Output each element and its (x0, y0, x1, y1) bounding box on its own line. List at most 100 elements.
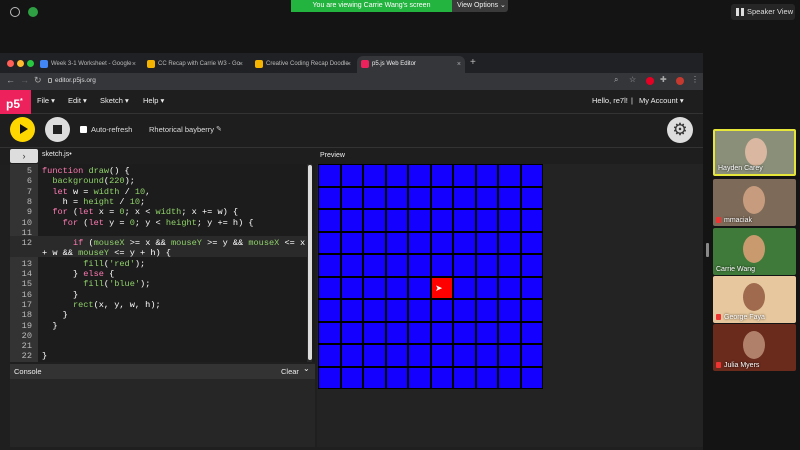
code-line[interactable]: 7 let w = width / 10, (10, 187, 310, 197)
url-field[interactable]: editor.p5js.org (55, 77, 96, 84)
participant-video[interactable]: Julia Myers (713, 324, 796, 371)
browser-tab[interactable]: CC Recap with Carrie W3 - Go × (143, 56, 247, 73)
grid-cell (453, 276, 476, 299)
profile-avatar[interactable] (676, 77, 684, 85)
code-line[interactable]: 16 } (10, 290, 310, 300)
grid-cell (340, 209, 363, 232)
new-tab-icon[interactable]: + (470, 57, 476, 68)
close-tab-icon[interactable]: × (239, 56, 243, 73)
grid-cell (475, 366, 498, 389)
minimize-window-icon[interactable] (17, 60, 24, 67)
reload-icon[interactable]: ↻ (34, 75, 42, 86)
grid-cell (498, 321, 521, 344)
panel-resize-handle[interactable] (706, 243, 709, 257)
participant-video[interactable]: Hayden Carey (713, 129, 796, 176)
line-number: 9 (26, 207, 32, 218)
view-options-button[interactable]: View Options ⌄ (452, 0, 508, 12)
close-tab-icon[interactable]: × (347, 56, 351, 73)
console-header (10, 364, 315, 379)
tab-title: Creative Coding Recap Doodle (266, 61, 349, 67)
menu-file[interactable]: File ▾ (37, 96, 55, 105)
code-line[interactable]: 17 rect(x, y, w, h); (10, 300, 310, 310)
code-line[interactable]: 22} (10, 351, 310, 361)
code-line[interactable]: 10 for (let y = 0; y < height; y += h) { (10, 218, 310, 228)
menu-edit[interactable]: Edit ▾ (68, 96, 87, 105)
p5-logo[interactable]: p5* (0, 90, 31, 114)
clear-console-button[interactable]: Clear (281, 367, 299, 376)
expand-sidebar-button[interactable]: › (10, 149, 38, 163)
grid-cell (318, 231, 341, 254)
close-tab-icon[interactable]: × (132, 56, 136, 73)
code-line[interactable]: 18 } (10, 310, 310, 320)
code-text: rect(x, y, w, h); (72, 299, 161, 310)
edit-pencil-icon[interactable]: ✎ (216, 125, 222, 133)
code-line[interactable]: + w && mouseY <= y + h) { (10, 248, 310, 258)
auto-refresh-checkbox[interactable] (80, 126, 87, 133)
grid-cell (475, 231, 498, 254)
grid-cell (318, 344, 341, 367)
grid-cell (475, 344, 498, 367)
pinterest-extension-icon[interactable] (646, 77, 654, 85)
shield-icon[interactable] (28, 7, 38, 17)
participant-face (743, 283, 765, 311)
stop-button[interactable] (45, 117, 70, 142)
code-line[interactable]: 9 for (let x = 0; x < width; x += w) { (10, 207, 310, 217)
console-output (10, 379, 315, 447)
bookmark-star-icon[interactable]: ☆ (629, 75, 636, 84)
forward-icon[interactable]: → (20, 75, 29, 85)
code-line[interactable]: 21 (10, 341, 310, 351)
editor-scrollbar-thumb[interactable] (308, 165, 312, 360)
code-line[interactable]: 13 fill('red'); (10, 259, 310, 269)
participant-video[interactable]: George Faya (713, 276, 796, 323)
code-line[interactable]: 19 } (10, 321, 310, 331)
speaker-view-button[interactable]: Speaker View (731, 4, 795, 20)
code-line[interactable]: 6 background(220); (10, 176, 310, 186)
close-window-icon[interactable] (7, 60, 14, 67)
grid-cell (318, 164, 341, 187)
p5-logo-text: p5 (6, 97, 21, 111)
code-line[interactable]: 5 function draw() { (10, 166, 310, 176)
code-line[interactable]: 20 (10, 331, 310, 341)
grid-cell (520, 276, 543, 299)
participant-face (743, 235, 765, 263)
code-editor[interactable]: 5 function draw() {6 background(220); 7 le… (10, 164, 315, 362)
grid-icon (736, 8, 744, 16)
browser-tab[interactable]: Creative Coding Recap Doodle × (251, 56, 355, 73)
maximize-window-icon[interactable] (27, 60, 34, 67)
code-text: fill('red'); (83, 258, 146, 269)
menu-sketch[interactable]: Sketch ▾ (100, 96, 129, 105)
participant-video[interactable]: Carrie Wang (713, 228, 796, 275)
collapse-console-icon[interactable]: ⌄ (303, 364, 310, 373)
my-account-menu[interactable]: My Account ▾ (639, 96, 684, 105)
file-tab-sketch-js[interactable]: sketch.js• (42, 151, 72, 158)
menu-help[interactable]: Help ▾ (143, 96, 164, 105)
participant-video[interactable]: mmaciak (713, 179, 796, 226)
grid-cell (475, 254, 498, 277)
search-icon[interactable]: ⌕ (614, 75, 618, 85)
sketch-canvas[interactable]: ➤ (318, 164, 543, 389)
grid-cell (363, 231, 386, 254)
code-line[interactable]: 8 h = height / 10; (10, 197, 310, 207)
grid-cell (318, 186, 341, 209)
line-number: 19 (21, 320, 32, 331)
code-line[interactable]: 12 if (mouseX >= x && mouseY >= y && mou… (10, 238, 310, 248)
code-line[interactable]: 15 fill('blue'); (10, 279, 310, 289)
info-icon[interactable] (10, 7, 20, 17)
browser-tab[interactable]: Week 3-1 Worksheet - Google × (36, 56, 140, 73)
extensions-icon[interactable]: ✚ (660, 75, 667, 84)
settings-gear-icon[interactable]: ⚙ (667, 117, 693, 143)
code-line[interactable]: 11 (10, 228, 310, 238)
browser-tab[interactable]: p5.js Web Editor × (357, 56, 465, 73)
grid-cell (520, 344, 543, 367)
participant-name: Julia Myers (724, 362, 760, 369)
grid-cell (430, 254, 453, 277)
line-number: 8 (26, 196, 32, 207)
code-line[interactable]: 14 } else { (10, 269, 310, 279)
play-button[interactable] (10, 117, 35, 142)
grid-cell (520, 186, 543, 209)
sketch-name[interactable]: Rhetorical bayberry (149, 125, 214, 134)
grid-cell (385, 231, 408, 254)
back-icon[interactable]: ← (6, 75, 15, 85)
close-tab-icon[interactable]: × (457, 56, 461, 73)
menu-dots-icon[interactable]: ⋮ (691, 75, 699, 84)
